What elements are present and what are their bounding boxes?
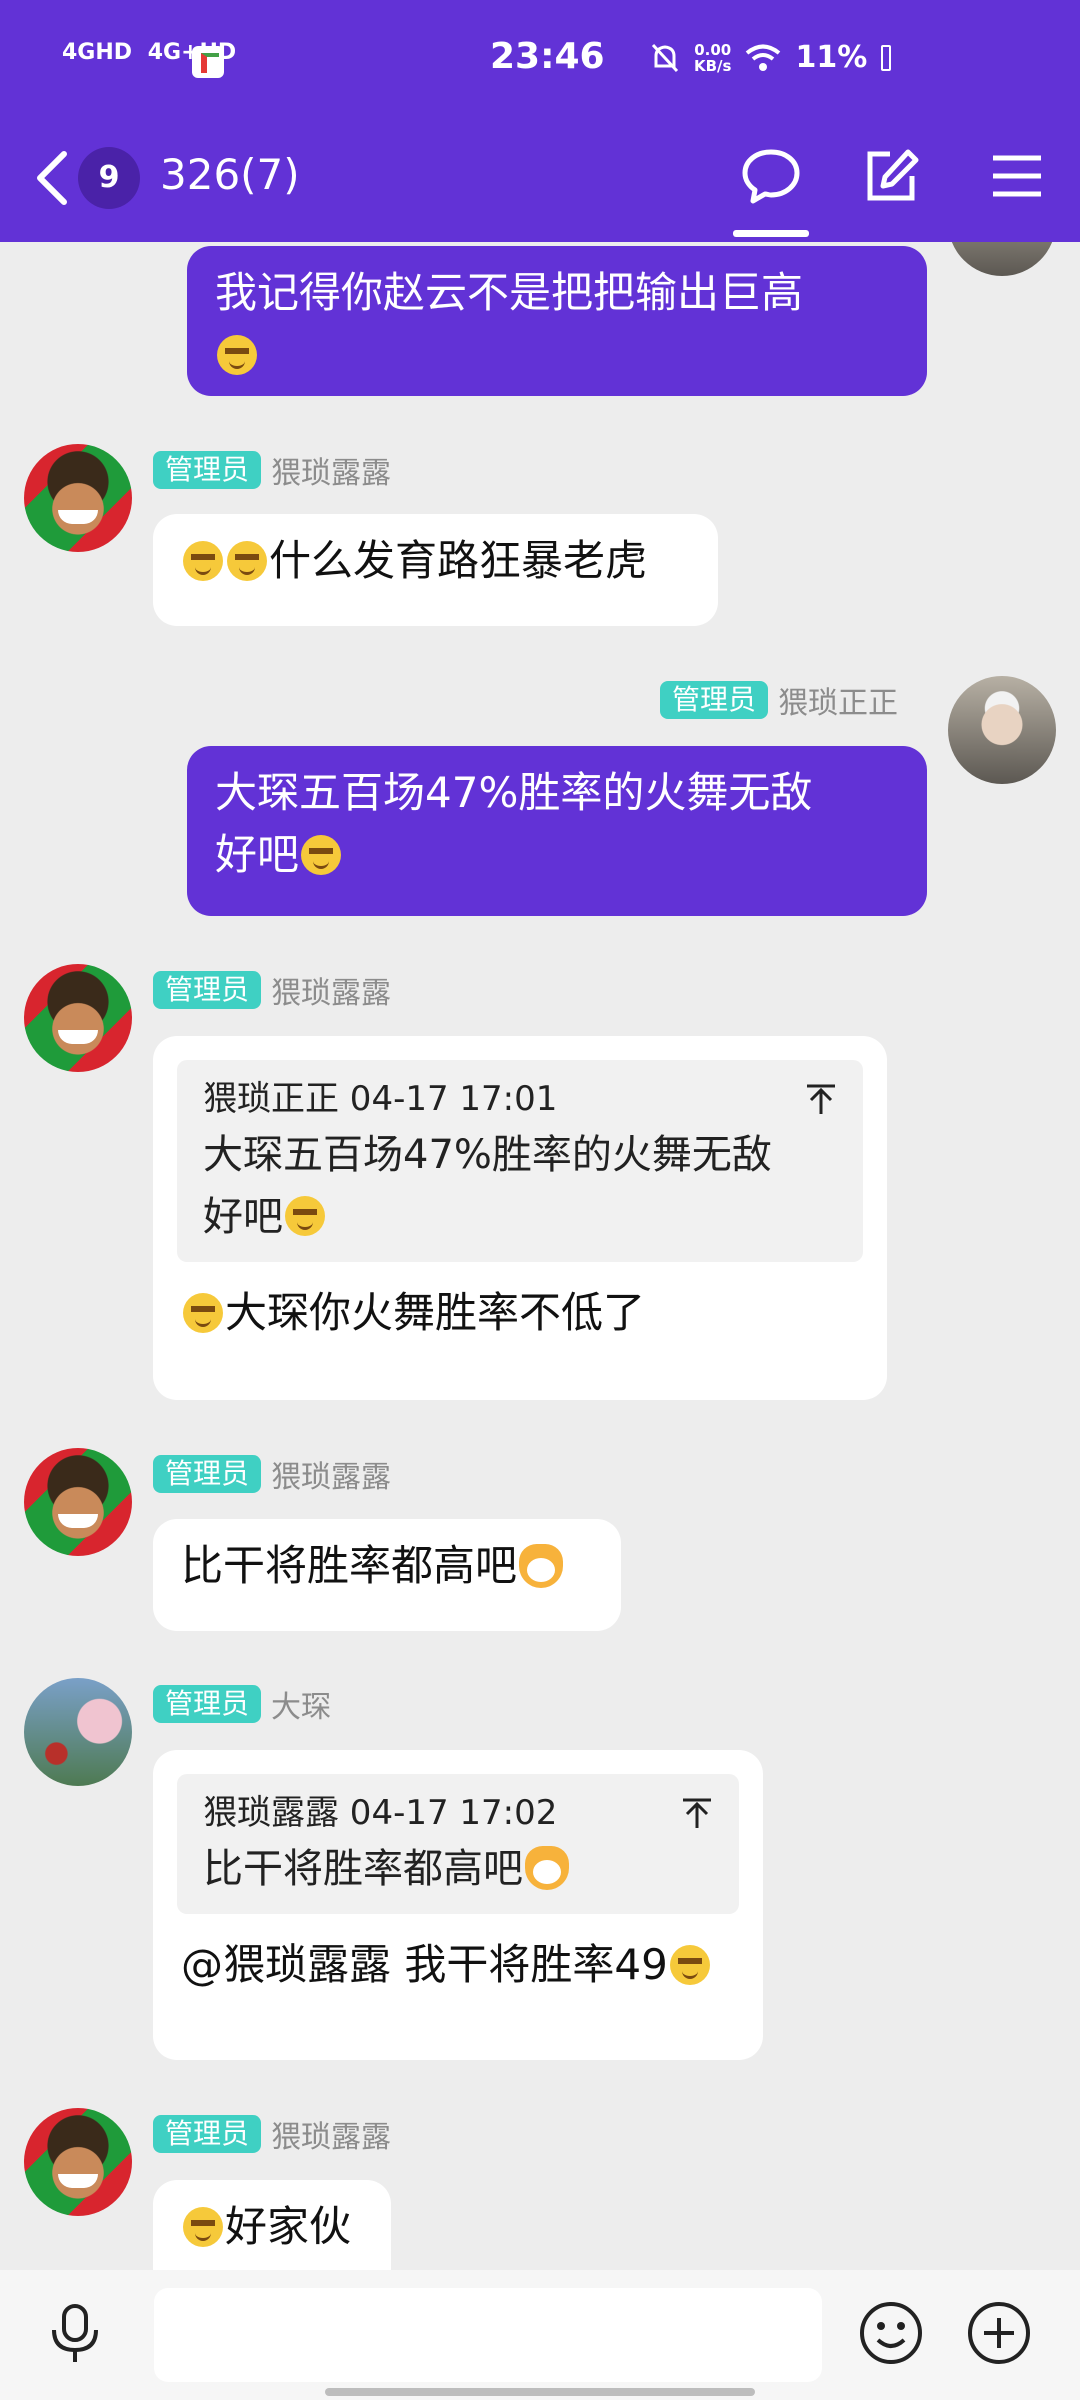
quote-text: 比干将胜率都高吧: [203, 1846, 523, 1892]
smirk-emoji-icon: [183, 1293, 223, 1333]
page-title: 326(7): [160, 150, 300, 199]
smirk-emoji-icon: [183, 2207, 223, 2247]
sender-name[interactable]: 大琛: [271, 1682, 331, 1726]
nav-bar: 9 326(7): [0, 122, 1080, 242]
message-bubble[interactable]: 比干将胜率都高吧: [153, 1519, 621, 1631]
message-bubble[interactable]: 大琛五百场47%胜率的火舞无敌 好吧: [187, 746, 927, 916]
avatar[interactable]: [24, 1678, 132, 1786]
wifi-icon: [746, 44, 781, 71]
message-text: 什么发育路狂暴老虎: [269, 536, 648, 585]
battery-icon: [881, 44, 892, 71]
status-icons: 0.00 KB/s 11%: [650, 40, 892, 75]
battery-level: 11%: [795, 40, 868, 75]
app-header: 4GHD 4G+HD 23:46 0.00KB/s 11% 9 326(7): [0, 0, 1080, 242]
sender-name[interactable]: 猥琐露露: [271, 448, 391, 492]
network-1: 4GHD: [62, 40, 133, 65]
avatar[interactable]: [24, 964, 132, 1072]
smirk-emoji-icon: [183, 541, 223, 581]
quote-text-line1: 大琛五百场47%胜率的火舞无敌: [203, 1132, 772, 1178]
mute-bell-icon: [651, 43, 679, 72]
home-indicator[interactable]: [325, 2388, 755, 2396]
quote-text-line2: 好吧: [203, 1194, 283, 1240]
edit-icon[interactable]: [862, 146, 922, 206]
avatar[interactable]: [24, 444, 132, 552]
sender-row: 管理员 猥琐露露: [153, 1452, 391, 1496]
avatar[interactable]: [24, 1448, 132, 1556]
dog-emoji-icon: [519, 1544, 564, 1588]
message-text: 好家伙: [225, 2202, 352, 2251]
admin-badge: 管理员: [153, 1685, 262, 1723]
back-icon[interactable]: [34, 150, 70, 206]
message-bubble[interactable]: 我记得你赵云不是把把输出巨高: [187, 246, 927, 396]
unread-count-badge[interactable]: 9: [78, 147, 140, 209]
message-text: 大琛你火舞胜率不低了: [225, 1288, 646, 1337]
clock: 23:46: [490, 36, 605, 77]
input-bar: [0, 2270, 1080, 2400]
quote-header: 猥琐露露 04-17 17:02: [203, 1793, 558, 1833]
admin-badge: 管理员: [153, 971, 262, 1009]
sender-name[interactable]: 猥琐露露: [271, 1452, 391, 1496]
chat-bubble-icon[interactable]: [741, 146, 801, 206]
admin-badge: 管理员: [153, 2115, 262, 2153]
message-bubble[interactable]: 猥琐露露 04-17 17:02 比干将胜率都高吧 @猥琐露露 我干将胜率49: [153, 1750, 763, 2060]
jump-to-quote-icon[interactable]: [677, 1792, 717, 1832]
admin-badge: 管理员: [153, 1455, 262, 1493]
message-bubble[interactable]: 猥琐正正 04-17 17:01 大琛五百场47%胜率的火舞无敌 好吧 大琛你火…: [153, 1036, 887, 1400]
message-text: 我记得你赵云不是把把输出巨高: [215, 268, 804, 317]
sender-row: 管理员 大琛: [153, 1682, 331, 1726]
smirk-emoji-icon: [669, 1945, 710, 1985]
quote-header: 猥琐正正 04-17 17:01: [203, 1079, 558, 1119]
microphone-icon[interactable]: [42, 2300, 108, 2366]
sender-name[interactable]: 猥琐露露: [271, 2112, 391, 2156]
message-text-line1: 大琛五百场47%胜率的火舞无敌: [215, 768, 813, 817]
admin-badge: 管理员: [660, 681, 769, 719]
message-input[interactable]: [154, 2288, 822, 2382]
active-tab-indicator: [733, 230, 809, 237]
status-bar: 4GHD 4G+HD 23:46 0.00KB/s 11%: [0, 0, 1080, 120]
smirk-emoji-icon: [285, 1196, 325, 1236]
message-text-line2: 好吧: [215, 830, 300, 879]
network-speed: 0.00 KB/s: [694, 40, 732, 75]
avatar[interactable]: [948, 676, 1056, 784]
sender-name[interactable]: 猥琐正正: [778, 678, 898, 722]
chat-messages[interactable]: 我记得你赵云不是把把输出巨高 管理员 猥琐露露 什么发育路狂暴老虎 管理员 猥琐…: [0, 0, 1080, 2292]
app-notification-icon: [192, 46, 224, 78]
emoji-icon[interactable]: [858, 2300, 924, 2366]
smirk-emoji-icon: [301, 835, 342, 875]
sender-name[interactable]: 猥琐露露: [271, 968, 391, 1012]
dog-emoji-icon: [525, 1846, 569, 1890]
sender-row: 管理员 猥琐露露: [153, 448, 391, 492]
avatar[interactable]: [24, 2108, 132, 2216]
sender-row: 管理员 猥琐露露: [153, 968, 391, 1012]
sender-row: 管理员 猥琐露露: [153, 2112, 391, 2156]
quoted-message[interactable]: 猥琐正正 04-17 17:01 大琛五百场47%胜率的火舞无敌 好吧: [177, 1060, 863, 1262]
add-icon[interactable]: [966, 2300, 1032, 2366]
smirk-emoji-icon: [217, 335, 257, 375]
smirk-emoji-icon: [227, 541, 267, 581]
sender-row: 管理员 猥琐正正: [660, 678, 898, 722]
menu-icon[interactable]: [987, 146, 1047, 206]
quoted-message[interactable]: 猥琐露露 04-17 17:02 比干将胜率都高吧: [177, 1774, 739, 1914]
message-text: @猥琐露露 我干将胜率49: [181, 1940, 668, 1989]
message-bubble[interactable]: 什么发育路狂暴老虎: [153, 514, 718, 626]
admin-badge: 管理员: [153, 451, 262, 489]
jump-to-quote-icon[interactable]: [801, 1078, 841, 1118]
message-text: 比干将胜率都高吧: [181, 1541, 518, 1590]
